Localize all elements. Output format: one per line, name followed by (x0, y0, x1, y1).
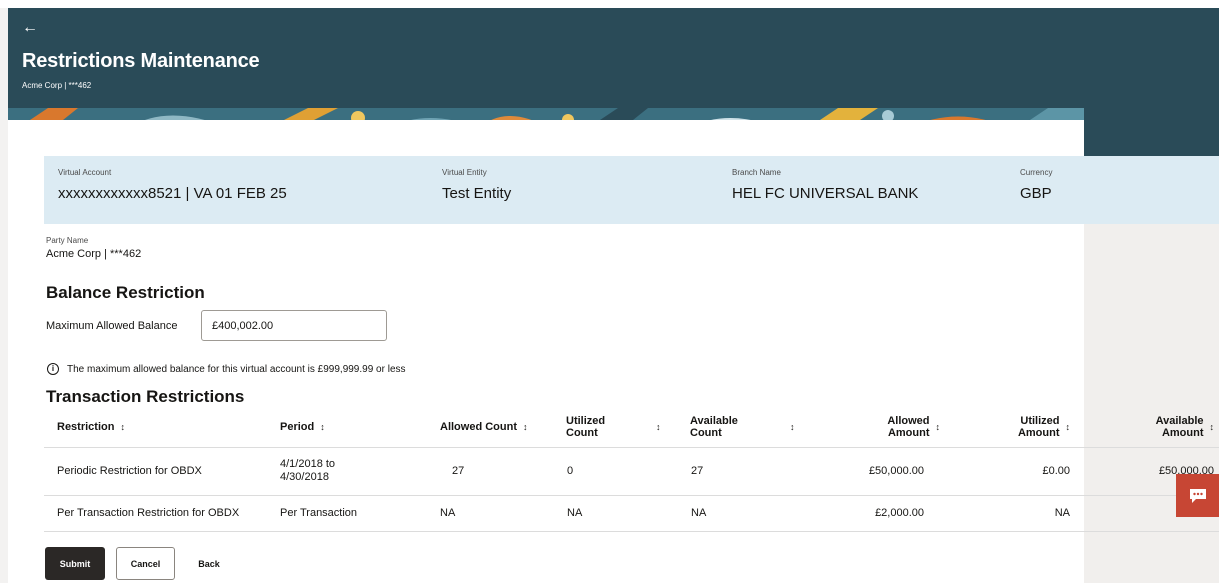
info-label: Virtual Account (58, 168, 112, 177)
back-arrow-icon[interactable]: ← (22, 20, 38, 36)
page-subtitle: Acme Corp | ***462 (22, 81, 92, 90)
table-cell: 27 (691, 465, 704, 477)
col-header-period[interactable]: Period ↕ (280, 406, 400, 447)
table-cell: NA (567, 507, 583, 519)
party-name-label: Party Name (46, 236, 89, 245)
table-cell: 0 (567, 465, 574, 477)
col-header-utilized-amount[interactable]: Utilized Amount ↕ (974, 406, 1070, 447)
table-cell: £50,000.00 (868, 465, 924, 477)
info-value: Test Entity (442, 185, 512, 202)
table-cell: Per Transaction (280, 507, 358, 519)
sort-icon[interactable]: ↕ (1066, 422, 1071, 432)
info-label: Virtual Entity (442, 168, 487, 177)
top-bar (0, 0, 1219, 8)
max-balance-label: Maximum Allowed Balance (46, 320, 178, 332)
sort-icon[interactable]: ↕ (120, 422, 125, 432)
submit-button[interactable]: Submit (45, 547, 105, 580)
table-cell: 27 (452, 465, 465, 477)
col-header-allowed-amount[interactable]: Allowed Amount ↕ (834, 406, 940, 447)
info-label: Currency (1020, 168, 1053, 177)
info-icon: i (47, 363, 59, 375)
col-header-available-amount[interactable]: Available Amount ↕ (1110, 406, 1214, 447)
currency-info: Currency GBP (1020, 168, 1052, 202)
table-cell: Periodic Restriction for OBDX (57, 465, 202, 477)
balance-note-text: The maximum allowed balance for this vir… (67, 363, 406, 375)
col-header-available-count[interactable]: Available Count ↕ (690, 406, 800, 447)
chat-icon[interactable] (1176, 474, 1219, 517)
sort-icon[interactable]: ↕ (320, 422, 325, 432)
sort-icon[interactable]: ↕ (1210, 422, 1215, 432)
info-value: xxxxxxxxxxxx8521 | VA 01 FEB 25 (58, 185, 287, 202)
account-info-band: Virtual Account xxxxxxxxxxxx8521 | VA 01… (44, 156, 1219, 224)
sort-icon[interactable]: ↕ (656, 422, 661, 432)
table-cell: NA (691, 507, 707, 519)
info-value: HEL FC UNIVERSAL BANK (732, 185, 919, 202)
virtual-entity-info: Virtual Entity Test Entity (442, 168, 511, 202)
transaction-restrictions-table: Restriction ↕ Period ↕ Allowed Count ↕ U… (44, 406, 1219, 532)
sort-icon[interactable]: ↕ (790, 422, 795, 432)
table-cell: 4/1/2018 to 4/30/2018 (280, 458, 336, 483)
back-button[interactable]: Back (183, 547, 235, 580)
balance-restriction-title: Balance Restriction (46, 283, 205, 302)
sort-icon[interactable]: ↕ (936, 422, 941, 432)
info-value: GBP (1020, 185, 1052, 202)
max-balance-input[interactable] (201, 310, 387, 341)
table-cell: £2,000.00 (875, 507, 924, 519)
col-header-restriction[interactable]: Restriction ↕ (57, 406, 237, 447)
balance-note: i The maximum allowed balance for this v… (47, 363, 406, 375)
table-cell: Per Transaction Restriction for OBDX (57, 507, 240, 519)
table-cell: NA (1054, 507, 1070, 519)
virtual-account-info: Virtual Account xxxxxxxxxxxx8521 | VA 01… (58, 168, 287, 202)
transaction-restrictions-title: Transaction Restrictions (46, 387, 245, 406)
table-cell: NA (440, 507, 456, 519)
table-cell: £0.00 (1042, 465, 1070, 477)
party-name-value: Acme Corp | ***462 (46, 248, 142, 260)
info-label: Branch Name (732, 168, 781, 177)
page-title: Restrictions Maintenance (22, 50, 260, 72)
cancel-button[interactable]: Cancel (116, 547, 175, 580)
col-header-allowed-count[interactable]: Allowed Count ↕ (440, 406, 560, 447)
divider (44, 531, 1219, 532)
col-header-utilized-count[interactable]: Utilized Count ↕ (566, 406, 676, 447)
sort-icon[interactable]: ↕ (523, 422, 528, 432)
branch-name-info: Branch Name HEL FC UNIVERSAL BANK (732, 168, 918, 202)
